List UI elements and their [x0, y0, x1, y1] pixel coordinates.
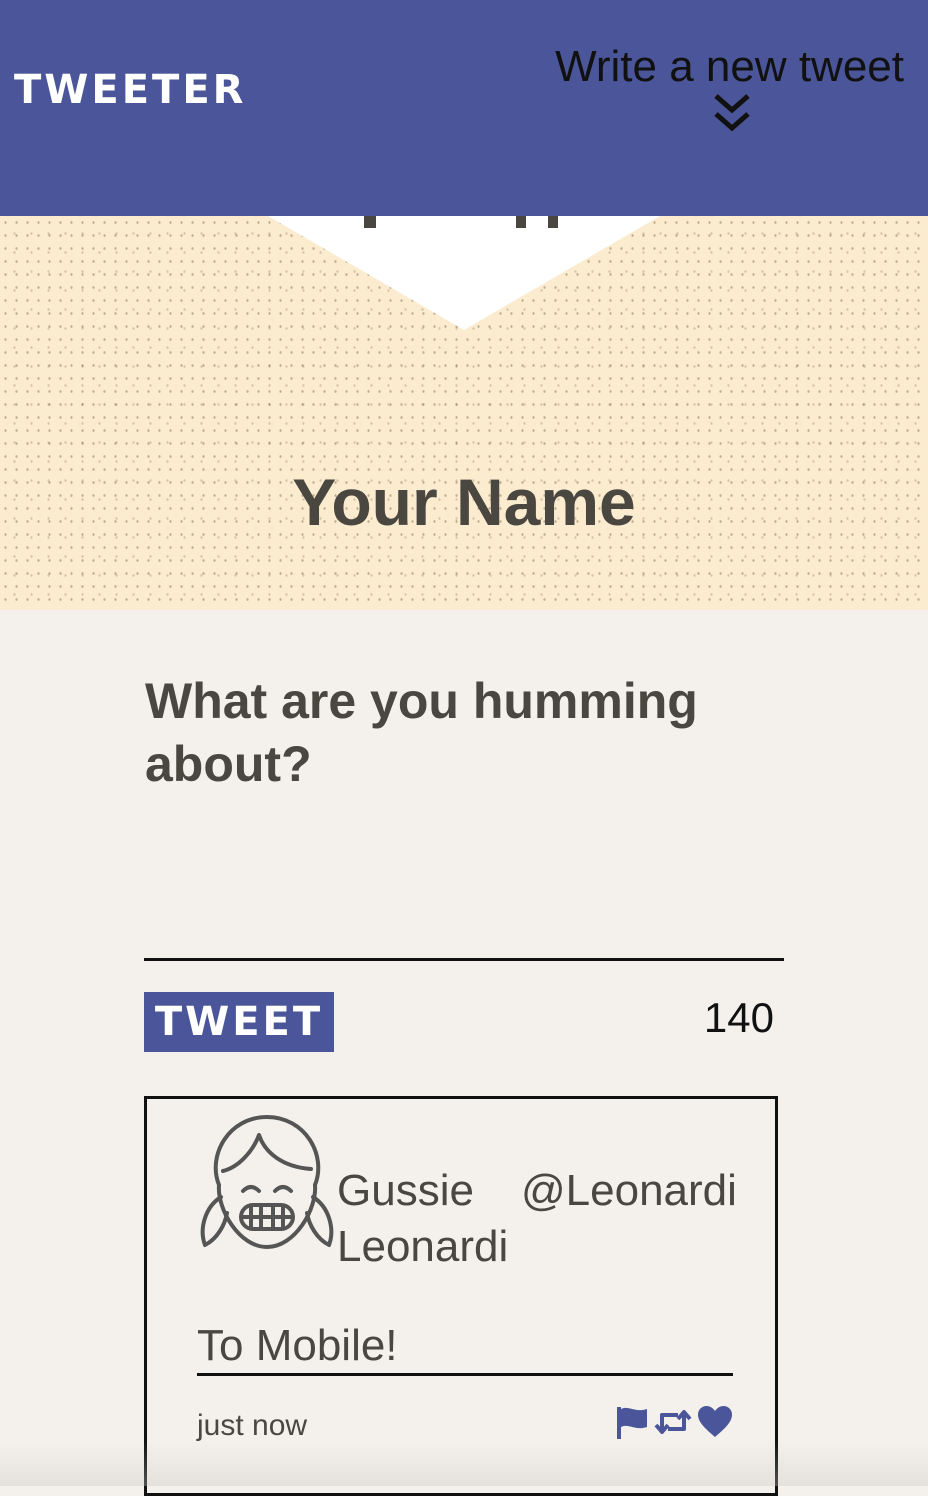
double-chevron-down-icon — [714, 94, 750, 132]
tweet-content: To Mobile! — [197, 1319, 733, 1376]
tweet-author-handle[interactable]: @Leonardi — [521, 1163, 737, 1219]
profile-photo-frame — [268, 216, 660, 330]
tweet-timestamp: just now — [197, 1409, 308, 1442]
tweet-actions — [615, 1405, 733, 1441]
girl-avatar-icon — [200, 1115, 334, 1249]
profile-name: Your Name — [292, 465, 636, 539]
tweet-button[interactable]: TWEET — [144, 992, 334, 1052]
tweet-card: Gussie Leonardi @Leonardi To Mobile! jus… — [144, 1096, 778, 1496]
write-new-tweet-button[interactable]: Write a new tweet — [544, 42, 904, 136]
compose-prompt: What are you humming about? — [145, 673, 698, 792]
tweet-compose-input[interactable] — [144, 800, 784, 961]
brand-logo[interactable]: TWEETER — [14, 70, 246, 110]
tweet-author-name: Gussie Leonardi — [337, 1166, 509, 1271]
retweet-icon[interactable] — [654, 1405, 692, 1443]
top-nav: TWEETER Write a new tweet — [0, 0, 928, 216]
char-counter: 140 — [703, 994, 774, 1041]
heart-icon[interactable] — [697, 1405, 733, 1443]
write-new-tweet-label: Write a new tweet — [555, 42, 904, 91]
flag-icon[interactable] — [615, 1405, 649, 1443]
profile-banner: Your Name — [0, 216, 928, 610]
